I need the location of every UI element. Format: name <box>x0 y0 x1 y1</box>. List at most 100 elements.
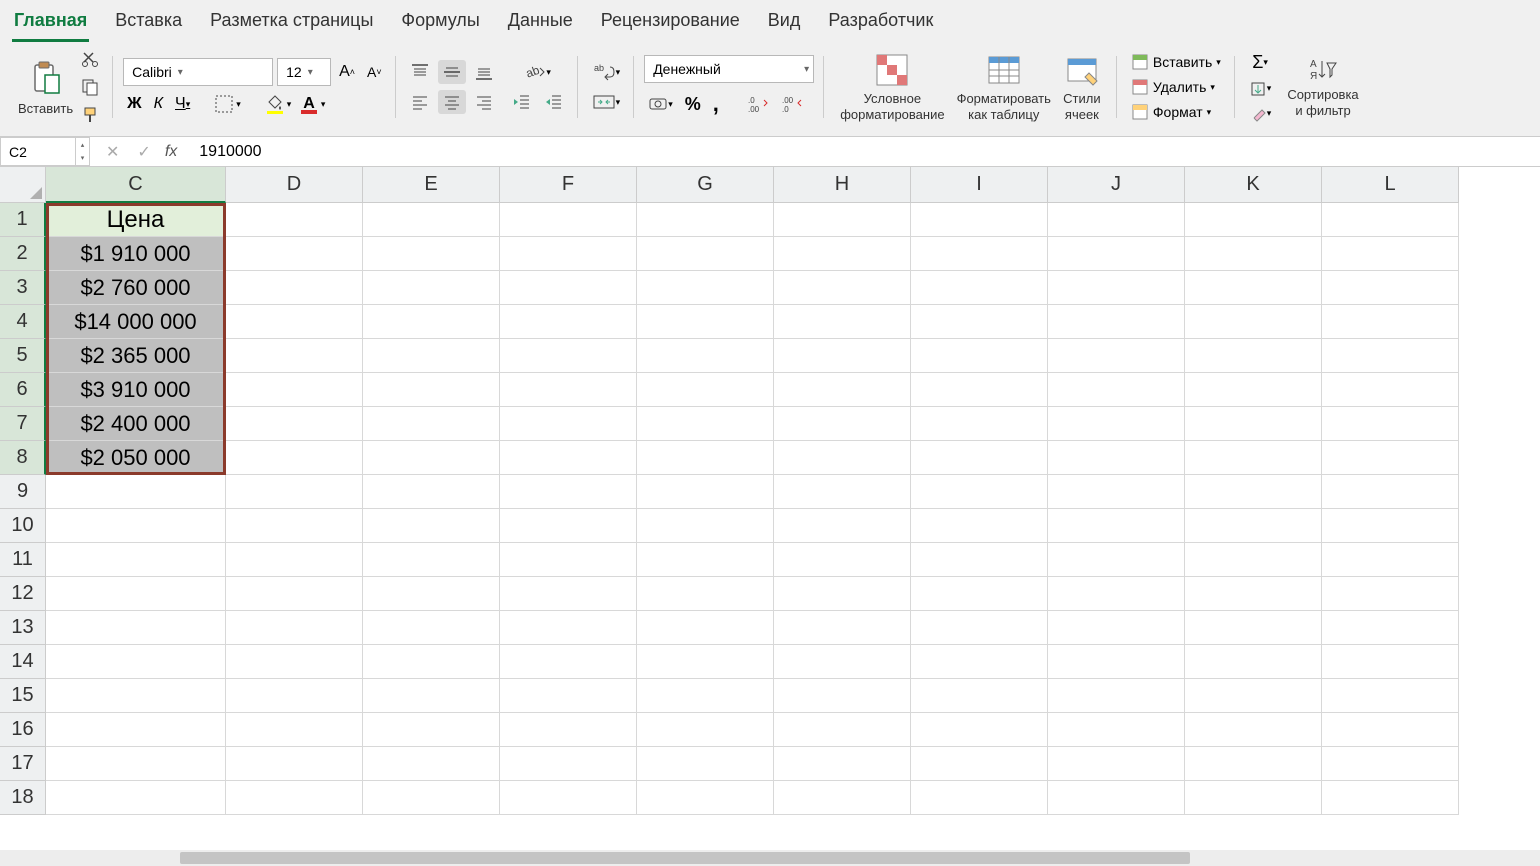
select-all-corner[interactable] <box>0 167 46 203</box>
cell-G15[interactable] <box>637 679 774 713</box>
cell-E2[interactable] <box>363 237 500 271</box>
cell-L8[interactable] <box>1322 441 1459 475</box>
cell-E12[interactable] <box>363 577 500 611</box>
name-box[interactable]: C2 ▴▾ <box>0 137 90 166</box>
decrease-font-button[interactable]: A˅ <box>363 62 386 82</box>
align-bottom-button[interactable] <box>470 60 498 84</box>
row-header-3[interactable]: 3 <box>0 271 46 305</box>
italic-button[interactable]: К <box>150 93 167 115</box>
cell-C18[interactable] <box>46 781 226 815</box>
cell-L12[interactable] <box>1322 577 1459 611</box>
column-header-J[interactable]: J <box>1048 167 1185 203</box>
cell-L16[interactable] <box>1322 713 1459 747</box>
cell-H7[interactable] <box>774 407 911 441</box>
cell-L15[interactable] <box>1322 679 1459 713</box>
cell-D3[interactable] <box>226 271 363 305</box>
cell-H8[interactable] <box>774 441 911 475</box>
cell-L3[interactable] <box>1322 271 1459 305</box>
fx-icon[interactable]: fx <box>165 143 177 161</box>
format-painter-button[interactable] <box>77 104 103 126</box>
format-as-table-button[interactable]: Форматировать как таблицу <box>951 51 1057 122</box>
increase-font-button[interactable]: A˄ <box>335 61 359 83</box>
cell-D11[interactable] <box>226 543 363 577</box>
cell-E11[interactable] <box>363 543 500 577</box>
decrease-indent-button[interactable] <box>508 90 536 114</box>
cell-H4[interactable] <box>774 305 911 339</box>
cell-F11[interactable] <box>500 543 637 577</box>
row-header-12[interactable]: 12 <box>0 577 46 611</box>
cell-I12[interactable] <box>911 577 1048 611</box>
tab-рецензирование[interactable]: Рецензирование <box>599 6 742 42</box>
cell-D17[interactable] <box>226 747 363 781</box>
cell-G16[interactable] <box>637 713 774 747</box>
currency-button[interactable]: ▾ <box>644 92 677 116</box>
cell-G4[interactable] <box>637 305 774 339</box>
cell-F10[interactable] <box>500 509 637 543</box>
format-cells-button[interactable]: Формат▾ <box>1127 101 1225 123</box>
cell-C10[interactable] <box>46 509 226 543</box>
cell-F17[interactable] <box>500 747 637 781</box>
cell-D8[interactable] <box>226 441 363 475</box>
cell-C16[interactable] <box>46 713 226 747</box>
cell-J15[interactable] <box>1048 679 1185 713</box>
cell-F5[interactable] <box>500 339 637 373</box>
cell-K10[interactable] <box>1185 509 1322 543</box>
cell-C14[interactable] <box>46 645 226 679</box>
cell-G10[interactable] <box>637 509 774 543</box>
cell-K17[interactable] <box>1185 747 1322 781</box>
column-header-H[interactable]: H <box>774 167 911 203</box>
cell-I3[interactable] <box>911 271 1048 305</box>
cell-L5[interactable] <box>1322 339 1459 373</box>
column-header-C[interactable]: C <box>46 167 226 203</box>
cell-H13[interactable] <box>774 611 911 645</box>
cell-H10[interactable] <box>774 509 911 543</box>
row-header-8[interactable]: 8 <box>0 441 46 475</box>
cell-G3[interactable] <box>637 271 774 305</box>
cell-K16[interactable] <box>1185 713 1322 747</box>
row-header-18[interactable]: 18 <box>0 781 46 815</box>
cell-I17[interactable] <box>911 747 1048 781</box>
cell-H12[interactable] <box>774 577 911 611</box>
tab-разметка страницы[interactable]: Разметка страницы <box>208 6 375 42</box>
row-header-13[interactable]: 13 <box>0 611 46 645</box>
column-header-L[interactable]: L <box>1322 167 1459 203</box>
percent-button[interactable]: % <box>681 92 705 117</box>
decrease-decimal-button[interactable]: .00.0 <box>777 92 807 116</box>
cell-D13[interactable] <box>226 611 363 645</box>
cell-L7[interactable] <box>1322 407 1459 441</box>
cell-E7[interactable] <box>363 407 500 441</box>
cell-E1[interactable] <box>363 203 500 237</box>
cell-G9[interactable] <box>637 475 774 509</box>
cell-C17[interactable] <box>46 747 226 781</box>
cell-D16[interactable] <box>226 713 363 747</box>
cell-K11[interactable] <box>1185 543 1322 577</box>
cell-F6[interactable] <box>500 373 637 407</box>
cell-E4[interactable] <box>363 305 500 339</box>
cell-E3[interactable] <box>363 271 500 305</box>
cell-E8[interactable] <box>363 441 500 475</box>
cell-D14[interactable] <box>226 645 363 679</box>
row-header-17[interactable]: 17 <box>0 747 46 781</box>
underline-button[interactable]: Ч ▾ <box>171 93 194 115</box>
cell-J9[interactable] <box>1048 475 1185 509</box>
conditional-formatting-button[interactable]: Условное форматирование <box>834 51 950 122</box>
cell-C12[interactable] <box>46 577 226 611</box>
cell-E5[interactable] <box>363 339 500 373</box>
cell-L18[interactable] <box>1322 781 1459 815</box>
tab-данные[interactable]: Данные <box>506 6 575 42</box>
cell-L14[interactable] <box>1322 645 1459 679</box>
cell-J8[interactable] <box>1048 441 1185 475</box>
cell-G18[interactable] <box>637 781 774 815</box>
column-header-I[interactable]: I <box>911 167 1048 203</box>
row-header-10[interactable]: 10 <box>0 509 46 543</box>
cell-K18[interactable] <box>1185 781 1322 815</box>
cell-L13[interactable] <box>1322 611 1459 645</box>
increase-decimal-button[interactable]: .0.00 <box>743 92 773 116</box>
cell-I2[interactable] <box>911 237 1048 271</box>
paste-button[interactable] <box>23 57 69 99</box>
align-center-button[interactable] <box>438 90 466 114</box>
cell-H6[interactable] <box>774 373 911 407</box>
cell-I10[interactable] <box>911 509 1048 543</box>
cell-H15[interactable] <box>774 679 911 713</box>
cell-J1[interactable] <box>1048 203 1185 237</box>
